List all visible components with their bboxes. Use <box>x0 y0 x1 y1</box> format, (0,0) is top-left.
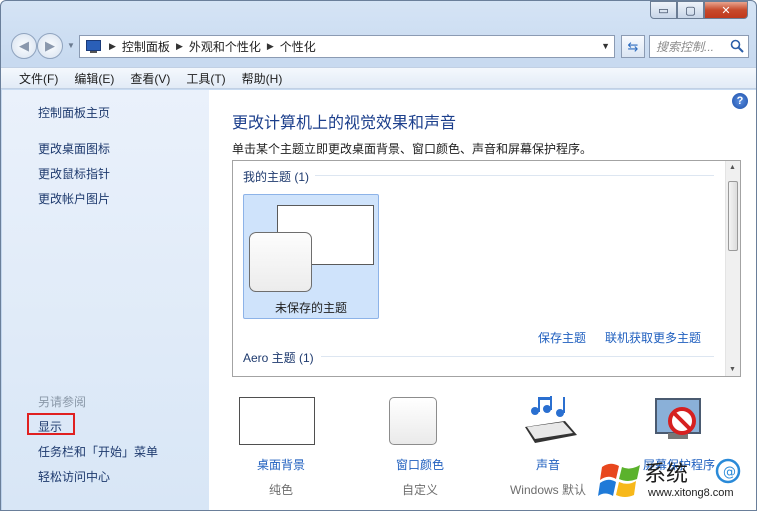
menu-view[interactable]: 查看(V) <box>122 70 178 87</box>
maximize-button[interactable]: ▢ <box>677 1 704 19</box>
scroll-thumb[interactable] <box>728 181 738 251</box>
close-button[interactable]: ✕ <box>704 1 748 19</box>
menu-help[interactable]: 帮助(H) <box>234 70 291 87</box>
window-color-icon <box>389 397 437 445</box>
breadcrumb-appearance[interactable]: 外观和个性化 <box>189 38 261 55</box>
page-title: 更改计算机上的视觉效果和声音 <box>232 115 457 132</box>
sidebar-link-mouse-pointers[interactable]: 更改鼠标指针 <box>38 165 110 182</box>
search-icon[interactable] <box>730 39 744 53</box>
sidebar-link-display[interactable]: 显示 <box>38 418 62 435</box>
site-watermark: 系统 @ www.xitong8.com <box>596 453 756 509</box>
navigation-bar: ◀ ▶ ▼ ▶ 控制面板 ▶ 外观和个性化 ▶ 个性化 ▼ ⇆ 搜索控制... <box>9 31 749 61</box>
help-button[interactable]: ? <box>732 93 748 109</box>
minimize-button[interactable]: ▭ <box>650 1 677 19</box>
window-color-item[interactable]: 窗口颜色 自定义 <box>365 395 475 498</box>
group-divider <box>321 356 714 357</box>
minimize-icon: ▭ <box>658 4 669 17</box>
page-description: 单击某个主题立即更改桌面背景、窗口颜色、声音和屏幕保护程序。 <box>232 142 593 156</box>
desktop-background-item[interactable]: 桌面背景 纯色 <box>226 395 336 498</box>
get-more-themes-link[interactable]: 联机获取更多主题 <box>605 329 701 346</box>
breadcrumb-separator-icon[interactable]: ▶ <box>267 41 274 52</box>
breadcrumb-separator-icon[interactable]: ▶ <box>109 41 116 52</box>
theme-list-scrollbar[interactable]: ▲ ▼ <box>725 161 740 376</box>
menu-edit[interactable]: 编辑(E) <box>66 70 122 87</box>
close-icon: ✕ <box>721 4 731 17</box>
group-divider <box>315 175 714 176</box>
sidebar-link-desktop-icons[interactable]: 更改桌面图标 <box>38 140 110 157</box>
sound-value: Windows 默认 <box>509 483 586 497</box>
breadcrumb-control-panel[interactable]: 控制面板 <box>122 38 170 55</box>
menu-bar: 文件(F) 编辑(E) 查看(V) 工具(T) 帮助(H) <box>1 67 756 89</box>
watermark-url: www.xitong8.com <box>648 487 734 499</box>
help-icon: ? <box>736 95 744 107</box>
breadcrumb-separator-icon[interactable]: ▶ <box>176 41 183 52</box>
recent-pages-dropdown-icon[interactable]: ▼ <box>67 41 75 50</box>
desktop-background-label[interactable]: 桌面背景 <box>226 456 336 473</box>
control-panel-window: ▭ ▢ ✕ ◀ ▶ ▼ ▶ 控制面板 ▶ 外观和个性化 ▶ 个性化 ▼ ⇆ 搜索… <box>0 0 757 511</box>
back-button[interactable]: ◀ <box>11 33 37 59</box>
theme-preview-color-icon <box>249 232 312 292</box>
refresh-icon: ⇆ <box>627 38 639 54</box>
aero-themes-group-label[interactable]: Aero 主题 (1) <box>243 349 314 366</box>
sidebar-link-ease-of-access[interactable]: 轻松访问中心 <box>38 468 110 485</box>
address-dropdown-icon[interactable]: ▼ <box>601 41 610 51</box>
breadcrumb-personalization[interactable]: 个性化 <box>280 38 316 55</box>
sound-item[interactable]: 声音 Windows 默认 <box>493 395 603 498</box>
scroll-down-icon[interactable]: ▼ <box>729 366 736 373</box>
svg-text:@: @ <box>723 465 736 480</box>
see-also-heading: 另请参阅 <box>38 395 87 409</box>
caption-buttons: ▭ ▢ ✕ <box>650 1 748 19</box>
unsaved-theme-tile[interactable]: 未保存的主题 <box>243 194 379 319</box>
main-content: ? 更改计算机上的视觉效果和声音 单击某个主题立即更改桌面背景、窗口颜色、声音和… <box>209 90 756 510</box>
windows-logo-icon <box>598 463 640 497</box>
watermark-text: 系统 <box>644 462 689 487</box>
unsaved-theme-label: 未保存的主题 <box>274 301 347 315</box>
sidebar-link-taskbar[interactable]: 任务栏和「开始」菜单 <box>38 443 158 460</box>
save-theme-link[interactable]: 保存主题 <box>538 329 586 346</box>
sidebar-link-control-panel-home[interactable]: 控制面板主页 <box>38 104 110 121</box>
search-input[interactable]: 搜索控制... <box>649 35 749 58</box>
forward-button[interactable]: ▶ <box>37 33 63 59</box>
screensaver-icon <box>655 398 701 439</box>
sound-icon <box>525 396 577 443</box>
sidebar: 控制面板主页 更改桌面图标 更改鼠标指针 更改帐户图片 另请参阅 显示 任务栏和… <box>2 90 209 510</box>
scroll-up-icon[interactable]: ▲ <box>729 164 736 171</box>
forward-arrow-icon: ▶ <box>45 38 55 53</box>
menu-tools[interactable]: 工具(T) <box>178 70 233 87</box>
maximize-icon: ▢ <box>685 4 696 17</box>
sidebar-link-account-picture[interactable]: 更改帐户图片 <box>38 190 110 207</box>
watermark-logo-icon: @ <box>715 458 741 484</box>
theme-list: 我的主题 (1) 未保存的主题 保存主题 联机获取更多主题 Aero 主题 (1… <box>232 160 741 377</box>
window-color-value: 自定义 <box>401 483 438 497</box>
refresh-button[interactable]: ⇆ <box>621 35 645 58</box>
menu-file[interactable]: 文件(F) <box>11 70 66 87</box>
my-themes-group-label[interactable]: 我的主题 (1) <box>243 168 309 185</box>
search-placeholder: 搜索控制... <box>656 40 715 54</box>
control-panel-icon <box>85 39 103 54</box>
window-color-label[interactable]: 窗口颜色 <box>365 456 475 473</box>
sound-label[interactable]: 声音 <box>493 456 603 473</box>
desktop-background-value: 纯色 <box>268 483 293 497</box>
address-bar[interactable]: ▶ 控制面板 ▶ 外观和个性化 ▶ 个性化 ▼ <box>79 35 615 58</box>
back-arrow-icon: ◀ <box>19 38 29 53</box>
desktop-background-icon <box>239 397 315 445</box>
